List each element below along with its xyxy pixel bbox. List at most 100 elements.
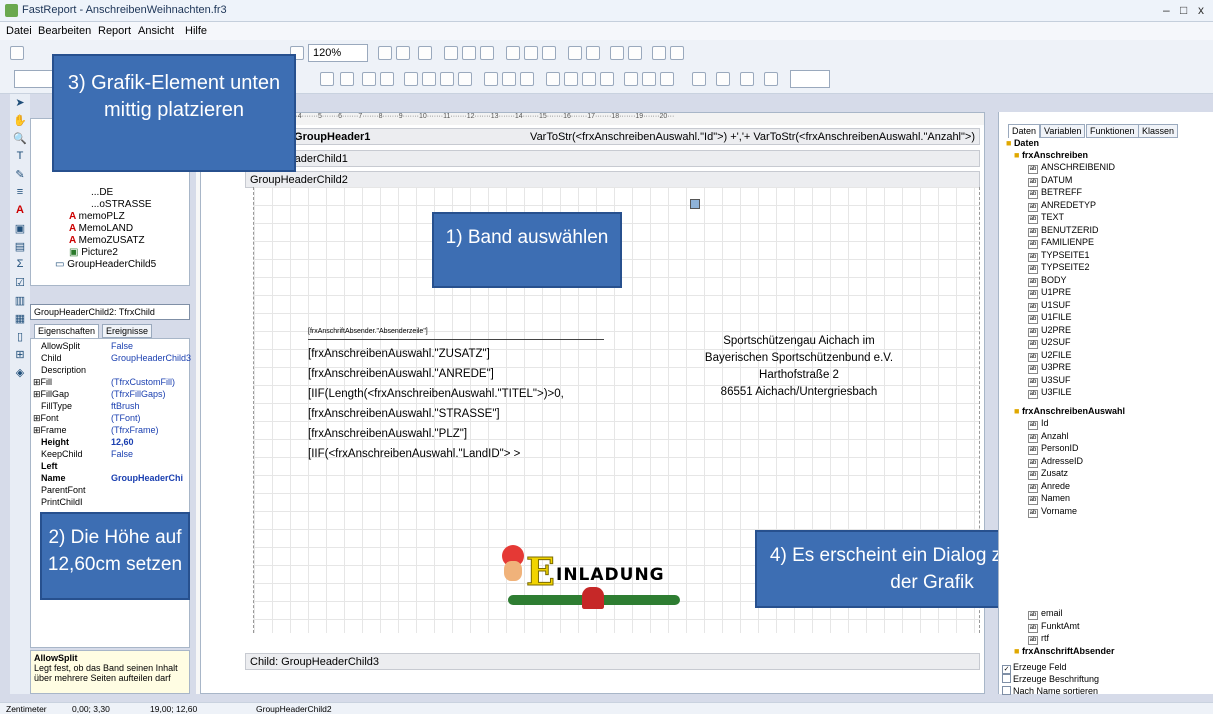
property-row[interactable]: ParentFont <box>31 485 189 496</box>
grid-align-icon[interactable] <box>396 46 410 60</box>
data-field[interactable]: ab U1SUF <box>1028 300 1071 312</box>
band-groupheaderchild2[interactable]: GroupHeaderChild2 <box>245 171 980 188</box>
data-field[interactable]: ab email <box>1028 608 1063 620</box>
property-value[interactable]: False <box>111 341 133 351</box>
menu-ansicht[interactable]: Ansicht <box>138 25 174 37</box>
tree-item[interactable]: ...oSTRASSE <box>91 199 152 210</box>
frame-left-icon[interactable] <box>600 72 614 86</box>
tree-group-frxanschreiben[interactable]: ■ frxAnschreiben <box>1014 150 1088 160</box>
data-field[interactable]: ab Id <box>1028 418 1049 430</box>
fill-color-icon[interactable] <box>692 72 706 86</box>
data-field[interactable]: ab PersonID <box>1028 443 1079 455</box>
data-field[interactable]: ab TYPSEITE1 <box>1028 250 1090 262</box>
band-insert-icon[interactable]: ≡ <box>12 186 28 202</box>
font-color-icon[interactable] <box>320 72 334 86</box>
align-middle-icon[interactable] <box>524 46 538 60</box>
object-selector[interactable]: GroupHeaderChild2: TfrxChild <box>30 304 190 320</box>
property-value[interactable]: GroupHeaderChi <box>111 473 183 483</box>
space-vertical-icon[interactable] <box>586 46 600 60</box>
address-memo[interactable]: [frxAnschriftAbsender."Absenderzeile"] [… <box>308 328 604 469</box>
data-field[interactable]: ab ANREDETYP <box>1028 200 1096 212</box>
picture-object-icon[interactable]: ▣ <box>12 222 28 238</box>
property-row[interactable]: AllowSplit False <box>31 341 189 352</box>
band-groupheaderchild3[interactable]: Child: GroupHeaderChild3 <box>245 653 980 670</box>
property-row[interactable]: ⊞Font (TFont) <box>31 413 189 424</box>
band-groupheader1[interactable]: Header: GroupHeader1 VarToStr(<frxAnschr… <box>245 128 980 145</box>
align-bottom-icon[interactable] <box>542 46 556 60</box>
checkbox-checked-icon[interactable]: ✓ <box>1002 665 1011 674</box>
option-erzeuge-feld[interactable]: ✓ Erzeuge Feld <box>1002 662 1202 674</box>
einladung-picture[interactable]: E INLADUNG <box>494 543 694 623</box>
grid-icon[interactable] <box>378 46 392 60</box>
tab-klassen[interactable]: Klassen <box>1138 124 1179 138</box>
data-field[interactable]: ab AdresseID <box>1028 456 1083 468</box>
property-row[interactable]: Child GroupHeaderChild3 <box>31 353 191 364</box>
format-painter-icon[interactable]: ✎ <box>12 168 28 184</box>
style-select[interactable] <box>14 70 54 88</box>
minimize-button[interactable]: – <box>1163 3 1170 17</box>
property-row[interactable]: FillType ftBrush <box>31 401 189 412</box>
barcode-icon[interactable]: ▯ <box>12 330 28 346</box>
property-row[interactable]: Description <box>31 365 189 376</box>
fit-grid-icon[interactable] <box>418 46 432 60</box>
tab-ereignisse[interactable]: Ereignisse <box>102 324 153 338</box>
align-left-icon[interactable] <box>444 46 458 60</box>
valign-middle-icon[interactable] <box>502 72 516 86</box>
select-tool-icon[interactable]: ➤ <box>12 96 28 112</box>
tab-variablen[interactable]: Variablen <box>1040 124 1086 138</box>
chart-object-icon[interactable]: ▥ <box>12 294 28 310</box>
data-field[interactable]: ab U3FILE <box>1028 387 1072 399</box>
zoom-select[interactable]: 120% <box>308 44 368 62</box>
data-field[interactable]: ab ANSCHREIBENID <box>1028 162 1115 174</box>
data-field[interactable]: ab U2PRE <box>1028 325 1071 337</box>
subreport-icon[interactable]: ▤ <box>12 240 28 256</box>
sender-memo[interactable]: Sportschützengau Aichach im Bayerischen … <box>694 333 904 413</box>
tree-group-frxanschriftabsender[interactable]: ■ frxAnschriftAbsender <box>1014 646 1114 656</box>
data-field[interactable]: ab U1FILE <box>1028 312 1072 324</box>
property-value[interactable]: (TfrxFillGaps) <box>111 389 166 399</box>
property-value[interactable]: (TFont) <box>111 413 141 423</box>
option-nach-name-sortieren[interactable]: Nach Name sortieren <box>1002 686 1202 698</box>
data-field[interactable]: ab U1PRE <box>1028 287 1071 299</box>
property-row[interactable]: PrintChildI <box>31 497 189 508</box>
data-field[interactable]: ab U3PRE <box>1028 362 1071 374</box>
crosstab-icon[interactable]: ⊞ <box>12 348 28 364</box>
text-align-right-icon[interactable] <box>440 72 454 86</box>
text-tool-icon[interactable]: T <box>12 150 28 166</box>
tree-item[interactable]: ...DE <box>91 187 113 198</box>
align-top-icon[interactable] <box>506 46 520 60</box>
frame-color-icon[interactable] <box>716 72 730 86</box>
data-field[interactable]: ab U2SUF <box>1028 337 1071 349</box>
hand-tool-icon[interactable]: ✋ <box>12 114 28 130</box>
tab-eigenschaften[interactable]: Eigenschaften <box>34 324 100 338</box>
data-field[interactable]: ab BETREFF <box>1028 187 1082 199</box>
valign-bottom-icon[interactable] <box>520 72 534 86</box>
data-field[interactable]: ab Zusatz <box>1028 468 1068 480</box>
same-height-icon[interactable] <box>670 46 684 60</box>
option-erzeuge-beschriftung[interactable]: Erzeuge Beschriftung <box>1002 674 1202 686</box>
data-field[interactable]: ab rtf <box>1028 633 1049 645</box>
zoom-tool-icon[interactable]: 🔍 <box>12 132 28 148</box>
text-justify-icon[interactable] <box>458 72 472 86</box>
property-row[interactable]: Name GroupHeaderChi <box>31 473 189 484</box>
data-field[interactable]: ab DATUM <box>1028 175 1072 187</box>
tree-item-memozusatz[interactable]: A MemoZUSATZ <box>69 235 145 246</box>
data-field[interactable]: ab U3SUF <box>1028 375 1071 387</box>
data-field[interactable]: ab U2FILE <box>1028 350 1072 362</box>
text-color-icon[interactable] <box>340 72 354 86</box>
align-center-icon[interactable] <box>462 46 476 60</box>
no-frame-icon[interactable] <box>642 72 656 86</box>
tree-item-groupheaderchild5[interactable]: ▭ GroupHeaderChild5 <box>55 259 156 270</box>
picture-placeholder-icon[interactable] <box>690 199 700 209</box>
frame-top-icon[interactable] <box>564 72 578 86</box>
text-object-icon[interactable]: A <box>12 204 28 220</box>
data-field[interactable]: ab BODY <box>1028 275 1067 287</box>
frame-bottom-icon[interactable] <box>582 72 596 86</box>
tree-root[interactable]: ■ Daten <box>1006 138 1039 148</box>
property-row-height[interactable]: Height 12,60 <box>31 437 189 448</box>
frame-right-icon[interactable] <box>624 72 638 86</box>
checkbox-icon[interactable] <box>1002 686 1011 695</box>
checkbox-object-icon[interactable]: ☑ <box>12 276 28 292</box>
shadow-icon[interactable] <box>660 72 674 86</box>
property-row[interactable]: Left <box>31 461 189 472</box>
